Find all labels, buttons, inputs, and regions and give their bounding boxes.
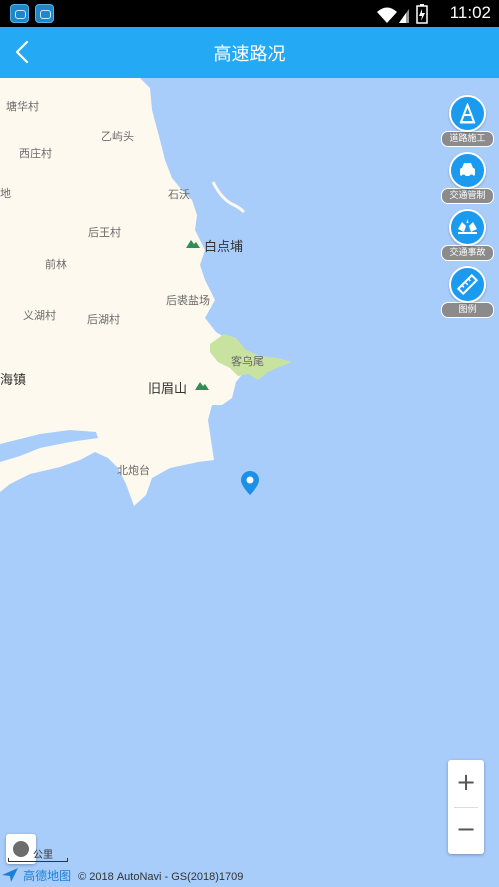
scenic-spot-icon	[195, 382, 209, 390]
signal-icon	[399, 9, 409, 23]
side-button-label: 交通管制	[441, 188, 494, 204]
map-label: 地	[0, 187, 11, 200]
map-label: 乙屿头	[101, 130, 134, 143]
zoom-controls: + −	[448, 760, 484, 854]
side-button-label: 交通事故	[441, 245, 494, 261]
map-label: 后裘盐场	[166, 294, 210, 307]
amap-brand: 高德地图	[23, 869, 72, 883]
map-label: 石沃	[168, 188, 190, 201]
side-button-label: 道路施工	[441, 131, 494, 147]
construction-cone-icon	[459, 103, 476, 124]
zoom-out-button[interactable]: −	[448, 807, 484, 854]
side-button-label: 图例	[441, 302, 494, 318]
map-label: 义湖村	[23, 309, 56, 322]
map-view[interactable]: 塘华村 乙屿头 西庄村 地 石沃 后王村 白点埔 前林 后裘盐场 义湖村 后湖村…	[0, 78, 499, 887]
scenic-spot-icon	[186, 240, 200, 248]
map-label: 前林	[45, 258, 67, 271]
traffic-accident-button[interactable]: 交通事故	[441, 209, 494, 261]
status-icons	[377, 4, 428, 24]
road-construction-button[interactable]: 道路施工	[441, 95, 494, 147]
legend-button[interactable]: 图例	[441, 266, 494, 318]
traffic-control-car-icon	[460, 163, 475, 179]
wifi-icon	[377, 7, 397, 23]
battery-icon	[416, 4, 428, 24]
map-attribution: 高德地图 © 2018 AutoNavi - GS(2018)1709	[2, 867, 243, 884]
traffic-accident-icon	[458, 219, 477, 234]
app-bar: 高速路况	[0, 27, 499, 78]
traffic-control-button[interactable]: 交通管制	[441, 152, 494, 204]
location-pin-icon[interactable]	[241, 471, 259, 495]
page-title: 高速路况	[213, 44, 286, 65]
map-label: 旧眉山	[148, 382, 188, 397]
map-label: 西庄村	[19, 147, 52, 160]
map-label: 塘华村	[6, 100, 39, 113]
map-label: 后湖村	[87, 313, 120, 326]
map-label: 后王村	[88, 226, 121, 239]
zoom-in-button[interactable]: +	[448, 760, 484, 807]
status-bar: 11:02	[0, 0, 499, 27]
map-label: 客乌尾	[231, 355, 264, 368]
amap-logo-icon	[2, 868, 18, 882]
map-label: 海镇	[0, 373, 27, 388]
clock: 11:02	[449, 3, 491, 22]
copyright-text: © 2018 AutoNavi - GS(2018)1709	[78, 871, 244, 883]
notification-app-icon	[35, 4, 54, 23]
legend-ruler-icon	[457, 274, 478, 295]
map-label: 白点埔	[204, 240, 244, 255]
divider	[454, 807, 478, 808]
scale-bar	[8, 858, 68, 862]
notification-app-icon	[10, 4, 29, 23]
map-label: 北炮台	[117, 464, 150, 477]
